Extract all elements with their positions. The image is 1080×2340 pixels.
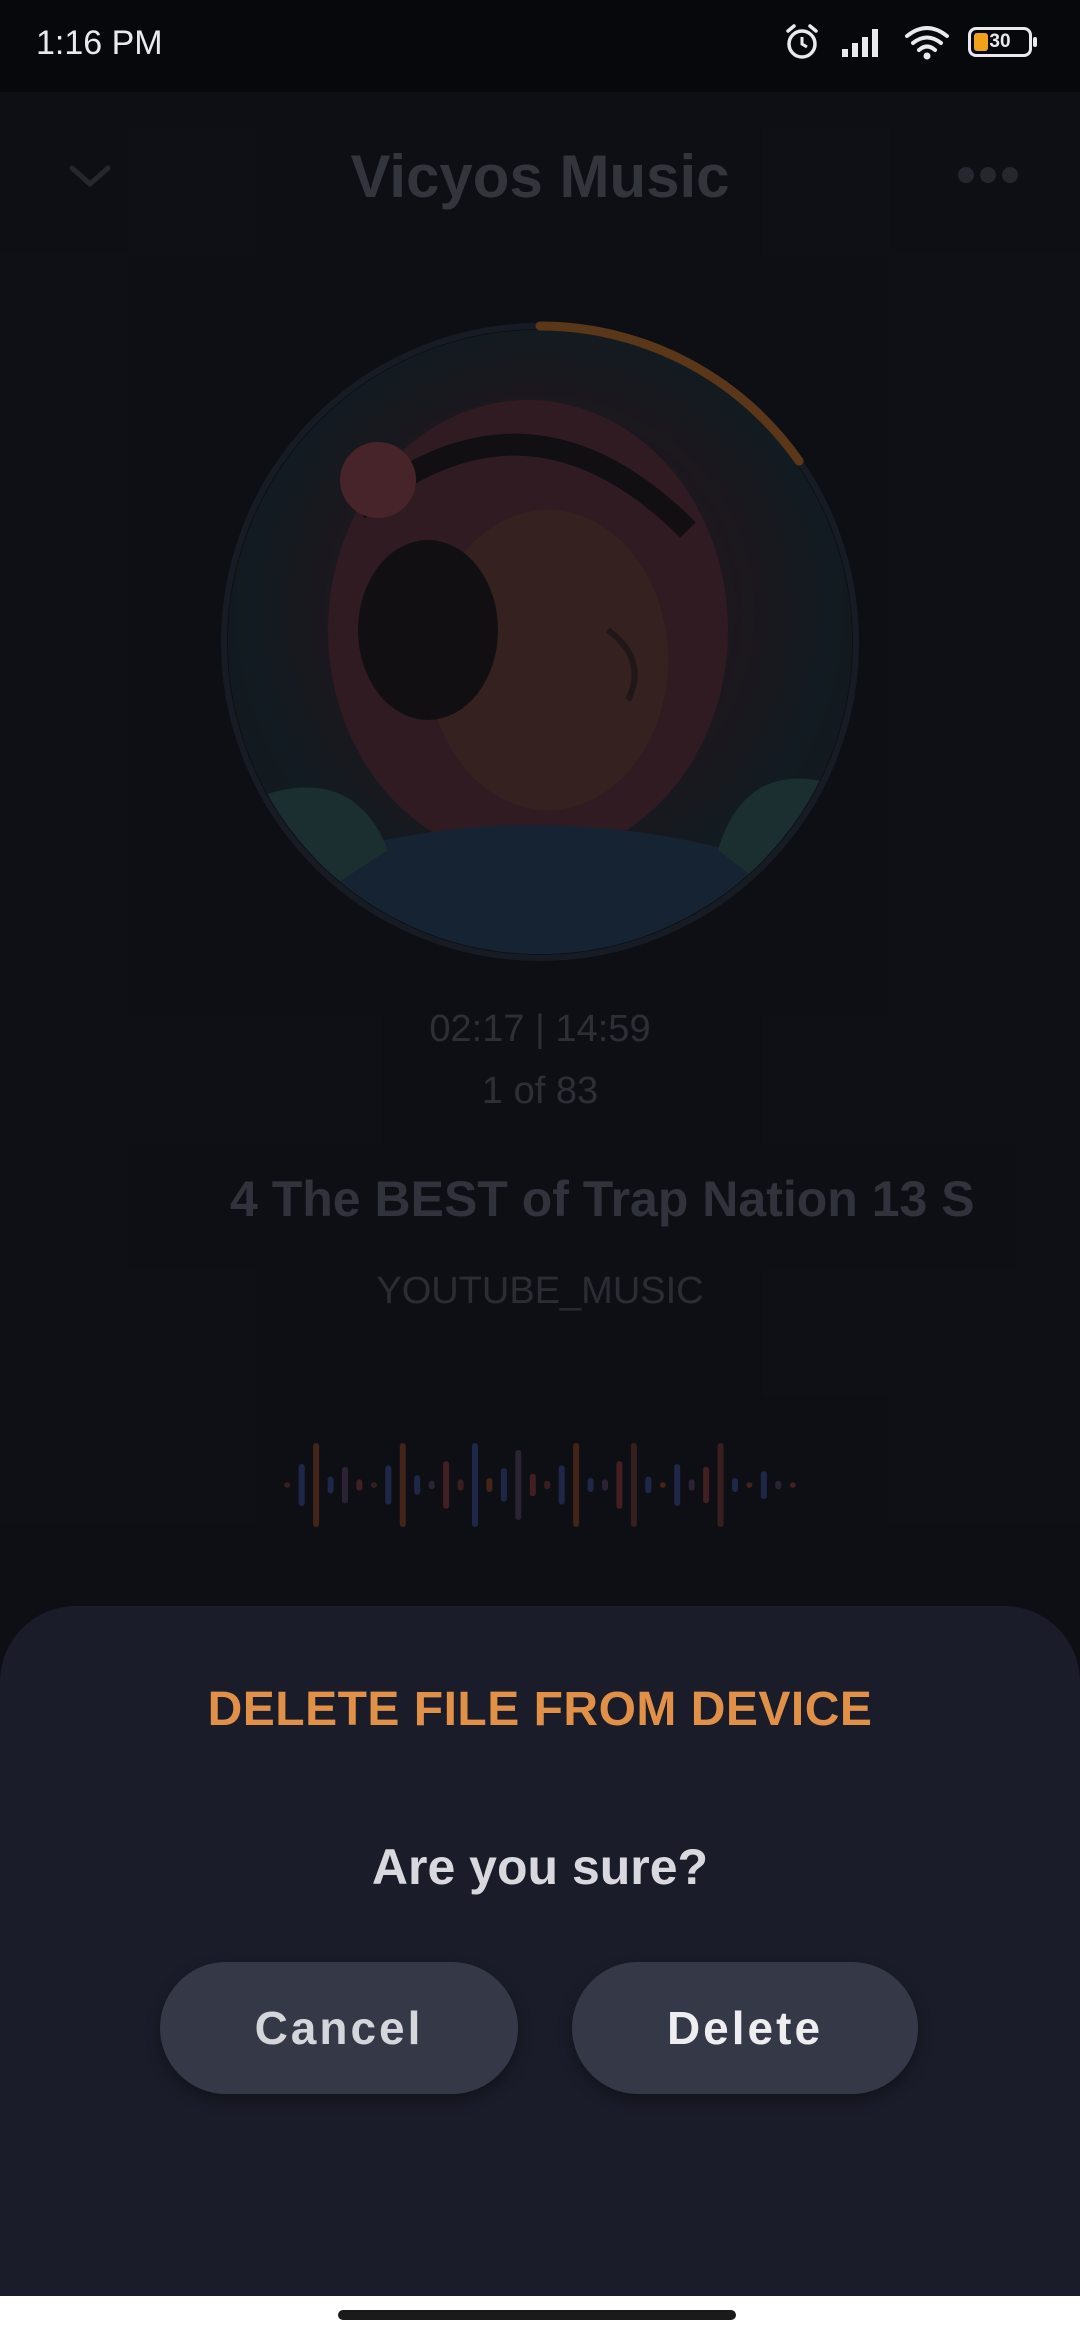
dialog-question: Are you sure? xyxy=(371,1839,709,1895)
status-bar: 1:16 PM 30 xyxy=(0,0,1080,92)
delete-button[interactable]: Delete xyxy=(572,1962,918,2094)
status-icons: 30 xyxy=(782,22,1037,62)
status-time: 1:16 PM xyxy=(36,24,163,62)
player-screen: 1:16 PM 30 Vicyos Music 02:17 | 14:59 1 … xyxy=(0,0,1080,2340)
home-gesture-handle[interactable] xyxy=(338,2310,736,2320)
battery-icon: 30 xyxy=(968,27,1037,57)
signal-icon xyxy=(842,29,878,57)
battery-level: 30 xyxy=(989,31,1011,52)
alarm-icon xyxy=(786,24,818,59)
dialog-title: DELETE FILE FROM DEVICE xyxy=(207,1683,873,1736)
navigation-bar xyxy=(0,2296,1080,2340)
delete-dialog-sheet: DELETE FILE FROM DEVICE Are you sure? Ca… xyxy=(0,1606,1080,2296)
wifi-icon xyxy=(905,26,949,60)
cancel-button[interactable]: Cancel xyxy=(160,1962,518,2094)
